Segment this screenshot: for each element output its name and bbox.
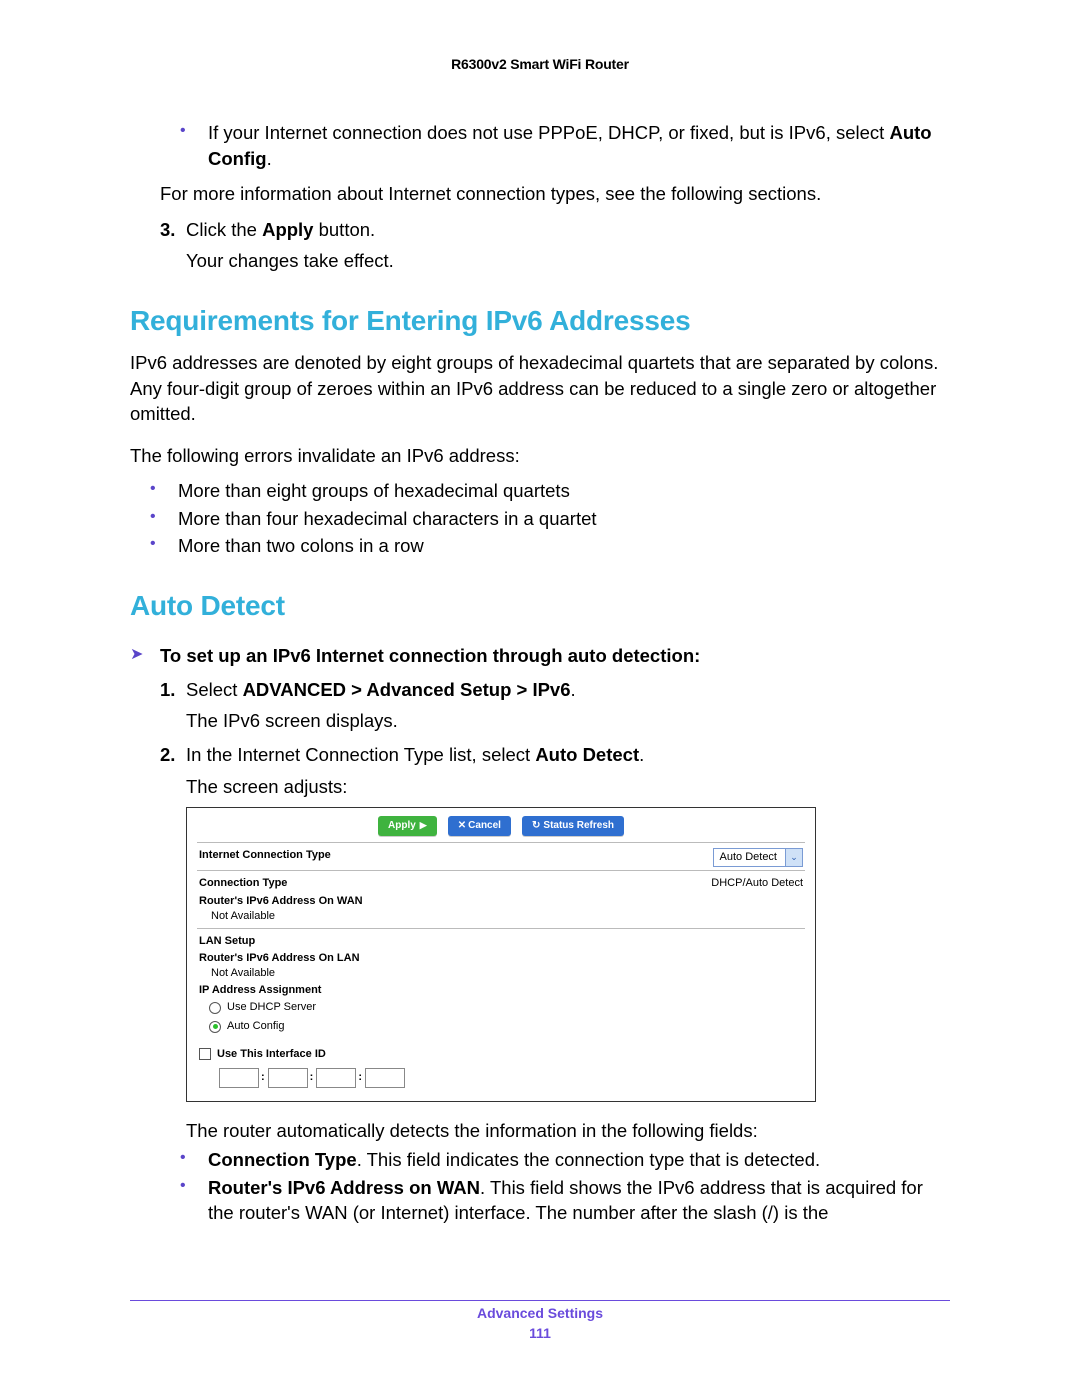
checkbox-label: Use This Interface ID: [217, 1047, 326, 1062]
cancel-button[interactable]: ✕Cancel: [448, 816, 511, 836]
ipv6-req-p2: The following errors invalidate an IPv6 …: [130, 443, 950, 469]
step-text: .: [639, 744, 644, 765]
row-label: Internet Connection Type: [199, 848, 331, 867]
radio-use-dhcp[interactable]: Use DHCP Server: [199, 998, 803, 1017]
row-label: Connection Type: [199, 876, 287, 891]
bullet-text: .: [267, 148, 272, 169]
chevron-down-icon: ⌄: [785, 849, 802, 866]
bullet-dot-icon: •: [180, 1175, 208, 1226]
step-text: Select: [186, 679, 243, 700]
interface-id-field[interactable]: [268, 1068, 308, 1088]
radio-label: Use DHCP Server: [227, 1000, 316, 1015]
triangle-icon: ➤: [130, 643, 160, 669]
bullet-text: More than four hexadecimal characters in…: [178, 506, 950, 532]
row-value: DHCP/Auto Detect: [711, 876, 803, 891]
step-bold: Auto Detect: [535, 744, 639, 765]
step-3: 3. Click the Apply button.: [160, 217, 950, 243]
bullet-dot-icon: •: [150, 533, 178, 559]
bullet-dot-icon: •: [180, 120, 208, 171]
ipv6-err-2: • More than four hexadecimal characters …: [150, 506, 950, 532]
dropdown-value: Auto Detect: [714, 849, 785, 866]
checkbox-icon: [199, 1048, 211, 1060]
step-text: button.: [313, 219, 375, 240]
bullet-dot-icon: •: [150, 506, 178, 532]
ipv6-err-3: • More than two colons in a row: [150, 533, 950, 559]
heading-ipv6-requirements: Requirements for Entering IPv6 Addresses: [130, 302, 950, 341]
bullet-text: More than eight groups of hexadecimal qu…: [178, 478, 950, 504]
bullet-text: . This field indicates the connection ty…: [357, 1149, 820, 1170]
step-text: In the Internet Connection Type list, se…: [186, 744, 535, 765]
footer-divider: [130, 1300, 950, 1301]
step-number: 3.: [160, 217, 186, 243]
lan-setup-section: LAN Setup Router's IPv6 Address On LAN N…: [197, 928, 805, 1091]
apply-button[interactable]: Apply ▶: [378, 816, 437, 836]
doc-header: R6300v2 Smart WiFi Router: [130, 56, 950, 72]
ipv6-err-1: • More than eight groups of hexadecimal …: [150, 478, 950, 504]
refresh-icon: ↻: [532, 820, 540, 831]
bullet-text: More than two colons in a row: [178, 533, 950, 559]
after-shot-para: The router automatically detects the inf…: [186, 1118, 950, 1144]
ipv6-req-p1: IPv6 addresses are denoted by eight grou…: [130, 350, 950, 427]
bullet-bold: Router's IPv6 Address on WAN: [208, 1177, 480, 1198]
autodetect-step-1-sub: The IPv6 screen displays.: [186, 708, 950, 734]
detect-field-2: • Router's IPv6 Address on WAN. This fie…: [180, 1175, 950, 1226]
row-label: Router's IPv6 Address On LAN: [199, 949, 803, 966]
internet-connection-type-dropdown[interactable]: Auto Detect ⌄: [713, 848, 803, 867]
ipv6-screenshot: Apply ▶ ✕Cancel ↻Status Refresh Internet …: [186, 807, 816, 1102]
page-footer: Advanced Settings 111: [0, 1305, 1080, 1341]
step-bold: ADVANCED > Advanced Setup > IPv6: [243, 679, 571, 700]
autodetect-step-2-sub: The screen adjusts:: [186, 774, 950, 800]
row-connection-type: Connection Type DHCP/Auto Detect: [197, 870, 805, 894]
bullet-text: If your Internet connection does not use…: [208, 122, 889, 143]
button-label: Cancel: [468, 820, 501, 831]
step-text: .: [571, 679, 576, 700]
heading-auto-detect: Auto Detect: [130, 587, 950, 626]
row-subvalue: Not Available: [199, 909, 363, 924]
status-refresh-button[interactable]: ↻Status Refresh: [522, 816, 624, 836]
page-number: 111: [0, 1325, 1080, 1341]
interface-id-inputs: : : :: [219, 1068, 803, 1088]
bullet-bold: Connection Type: [208, 1149, 357, 1170]
bullet-dot-icon: •: [180, 1147, 208, 1173]
step-number: 2.: [160, 742, 186, 768]
step-bold: Apply: [262, 219, 313, 240]
button-label: Status Refresh: [543, 820, 614, 831]
detect-field-1: • Connection Type. This field indicates …: [180, 1147, 950, 1173]
interface-id-field[interactable]: [316, 1068, 356, 1088]
autodetect-step-2: 2. In the Internet Connection Type list,…: [160, 742, 950, 768]
task-label: To set up an IPv6 Internet connection th…: [160, 643, 950, 669]
section-title: LAN Setup: [199, 934, 803, 949]
radio-icon: [209, 1021, 221, 1033]
row-wan-address: Router's IPv6 Address On WAN Not Availab…: [197, 894, 805, 927]
radio-auto-config[interactable]: Auto Config: [199, 1017, 803, 1036]
radio-selected-icon: [213, 1024, 218, 1029]
more-info-para: For more information about Internet conn…: [160, 181, 950, 207]
checkbox-use-interface-id[interactable]: Use This Interface ID: [199, 1045, 803, 1064]
interface-id-field[interactable]: [365, 1068, 405, 1088]
play-icon: ▶: [420, 820, 427, 830]
interface-id-field[interactable]: [219, 1068, 259, 1088]
radio-label: Auto Config: [227, 1019, 284, 1034]
screenshot-toolbar: Apply ▶ ✕Cancel ↻Status Refresh: [197, 814, 805, 842]
bullet-dot-icon: •: [150, 478, 178, 504]
row-internet-connection-type: Internet Connection Type Auto Detect ⌄: [197, 842, 805, 870]
task-intro: ➤ To set up an IPv6 Internet connection …: [130, 643, 950, 669]
step-text: Click the: [186, 219, 262, 240]
x-icon: ✕: [458, 820, 466, 831]
footer-title: Advanced Settings: [0, 1305, 1080, 1321]
step-3-sub: Your changes take effect.: [186, 248, 950, 274]
row-label: IP Address Assignment: [199, 981, 803, 998]
autodetect-step-1: 1. Select ADVANCED > Advanced Setup > IP…: [160, 677, 950, 703]
step-number: 1.: [160, 677, 186, 703]
row-label: Router's IPv6 Address On WAN: [199, 894, 363, 909]
button-label: Apply: [388, 820, 416, 831]
bullet-auto-config: • If your Internet connection does not u…: [180, 120, 950, 171]
radio-icon: [209, 1002, 221, 1014]
row-subvalue: Not Available: [199, 966, 803, 981]
